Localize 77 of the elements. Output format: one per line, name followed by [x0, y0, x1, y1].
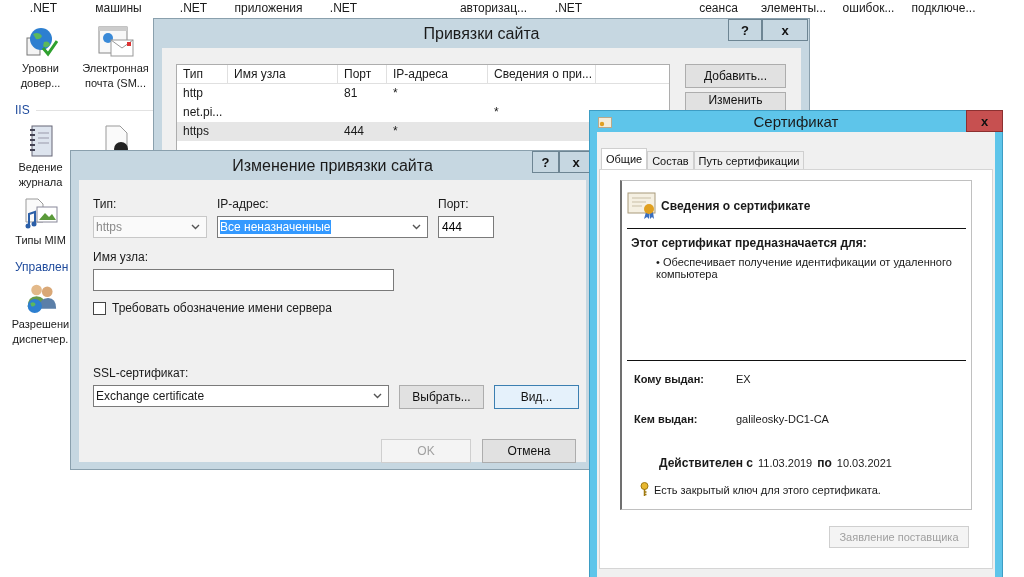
checkbox[interactable]: [93, 301, 106, 315]
table-row[interactable]: http 81 *: [177, 84, 669, 103]
purpose-title: Этот сертификат предназначается для:: [631, 236, 868, 250]
checkbox-label[interactable]: Требовать обозначение имени сервера: [112, 301, 332, 315]
help-button[interactable]: ?: [532, 151, 559, 173]
certificate-icon: [627, 192, 657, 220]
table-cell-text: *: [392, 123, 399, 140]
tab[interactable]: Состав: [647, 151, 694, 169]
certificate-dropdown[interactable]: Exchange certificate: [93, 385, 389, 407]
field-value: galileosky-DC1-CA: [736, 413, 830, 425]
view-button[interactable]: Вид...: [494, 385, 579, 409]
window-title: Изменение привязки сайта: [232, 156, 433, 175]
feature-label[interactable]: ошибок...: [831, 1, 906, 16]
purpose-item: • Обеспечивает получение идентификации от удаленного компьютера: [655, 256, 953, 280]
private-key-note: Есть закрытый ключ для этого сертификата.: [654, 483, 881, 496]
field-label: Порт:: [438, 197, 470, 211]
feature-label[interactable]: сеанса: [681, 1, 756, 16]
feature-label[interactable]: .NET: [6, 1, 81, 16]
caret-icon: [191, 224, 200, 230]
field-value: 11.03.2019: [758, 457, 813, 469]
table-cell-text: https: [182, 123, 210, 140]
table-cell-text: 81: [343, 85, 359, 102]
window-title: Сертификат: [753, 113, 839, 130]
port-field[interactable]: 444: [438, 216, 494, 238]
feature-label[interactable]: Типы MIM: [15, 233, 66, 248]
caret-icon: [412, 224, 421, 230]
cancel-button[interactable]: Отмена: [482, 439, 576, 463]
feature-label[interactable]: .NET: [306, 1, 381, 16]
select-button[interactable]: Выбрать...: [399, 385, 484, 409]
feature-label[interactable]: Ведение журнала: [18, 160, 63, 190]
host-field[interactable]: [93, 269, 394, 291]
column-header[interactable]: Порт: [338, 65, 387, 83]
certificate-icon: [598, 117, 612, 128]
close-button[interactable]: x: [966, 110, 1003, 132]
tab[interactable]: Путь сертификации: [693, 151, 805, 169]
feature-label[interactable]: авторизац...: [456, 1, 531, 16]
media-files-icon: [22, 198, 59, 230]
key-icon: [640, 482, 649, 497]
feature-label[interactable]: Уровни довер...: [20, 61, 61, 91]
field-label: Кем выдан:: [634, 413, 699, 425]
feature-label[interactable]: Разрешени диспетчер.: [11, 317, 70, 347]
feature-label[interactable]: Электронная почта (SM...: [82, 61, 149, 91]
dialog-button[interactable]: Добавить...: [685, 64, 786, 88]
column-header[interactable]: Тип: [177, 65, 228, 83]
column-header[interactable]: Имя узла: [228, 65, 338, 83]
column-header[interactable]: IP-адреса: [387, 65, 488, 83]
feature-label[interactable]: приложения: [231, 1, 306, 16]
field-value: 10.03.2021: [836, 457, 892, 469]
column-header[interactable]: Сведения о при...: [488, 65, 596, 83]
field-label: Тип:: [93, 197, 118, 211]
certificate-heading: Сведения о сертификате: [661, 199, 811, 213]
field-label: по: [817, 456, 832, 470]
caret-icon: [373, 393, 382, 399]
table-cell-text: *: [493, 104, 500, 121]
feature-label[interactable]: подключе...: [906, 1, 981, 16]
field-value: EX: [736, 373, 752, 385]
field-label: IP-адрес:: [217, 197, 270, 211]
help-button[interactable]: ?: [728, 19, 762, 41]
feature-label[interactable]: .NET: [156, 1, 231, 16]
tab[interactable]: Общие: [601, 148, 648, 169]
table-cell-text: 444: [343, 123, 366, 140]
feature-label[interactable]: элементы...: [756, 1, 831, 16]
feature-label[interactable]: машины: [81, 1, 156, 16]
section-header: Управлен: [15, 260, 69, 274]
section-header: IIS: [15, 103, 30, 117]
field-label: Кому выдан:: [634, 373, 706, 385]
window-title: Привязки сайта: [423, 24, 540, 43]
table-cell-text: *: [392, 85, 399, 102]
field-label: Действителен с: [659, 456, 753, 470]
field-label: SSL-сертификат:: [93, 366, 190, 380]
field-label: Имя узла:: [93, 250, 150, 264]
close-button[interactable]: x: [762, 19, 808, 41]
feature-label[interactable]: .NET: [531, 1, 606, 16]
table-cell-text: http: [182, 85, 204, 102]
email-document-icon: [96, 26, 135, 58]
globe-check-icon: [23, 26, 58, 58]
table-cell-text: net.pi...: [182, 104, 224, 121]
